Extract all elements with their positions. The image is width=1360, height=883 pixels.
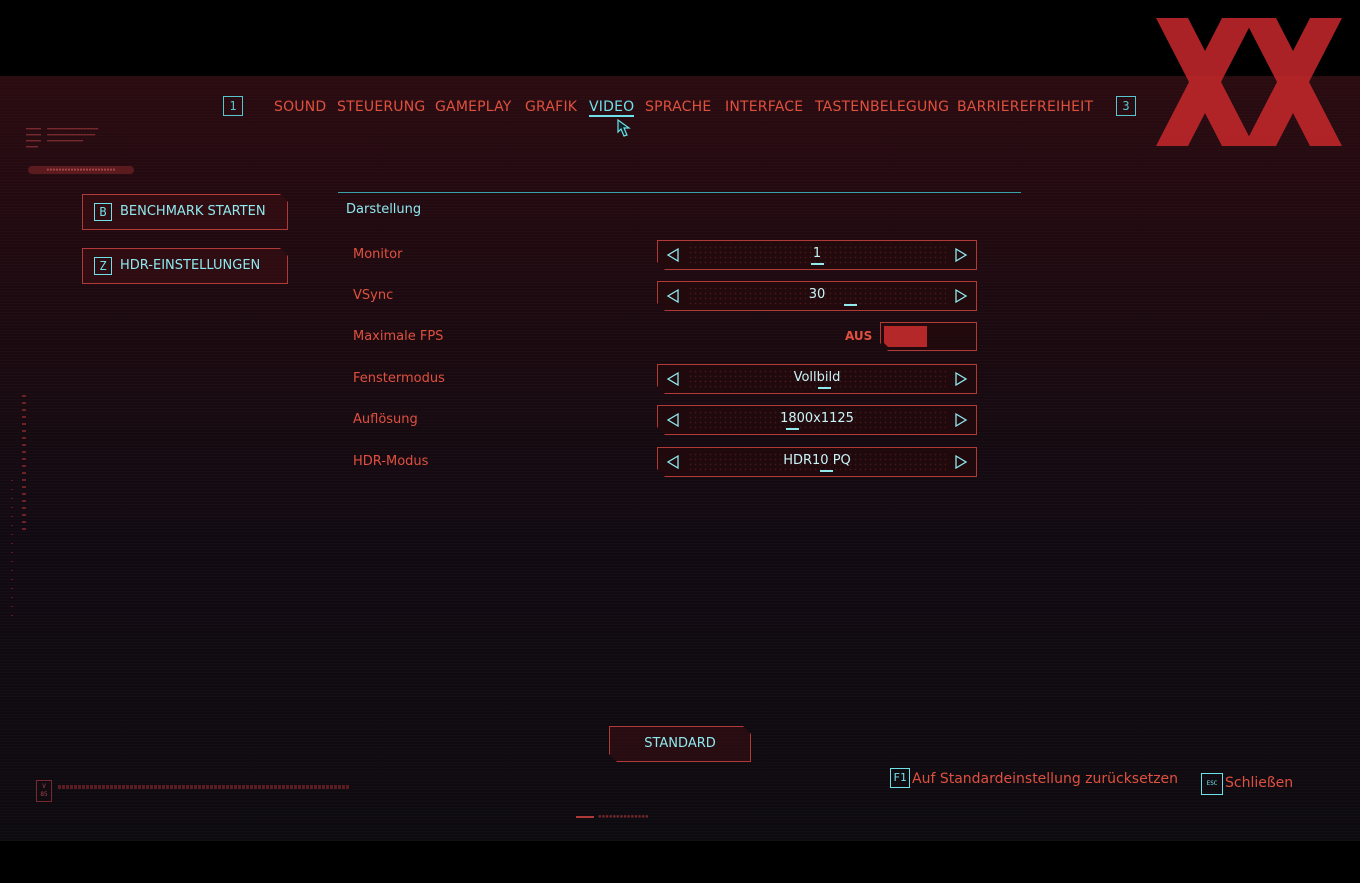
resolution-selector[interactable]: 1800x1125	[657, 405, 977, 435]
tab-tastenbelegung[interactable]: TASTENBELEGUNG	[815, 99, 949, 115]
value-underline	[844, 304, 857, 306]
window-mode-value: Vollbild	[793, 370, 841, 385]
value-underline	[811, 263, 824, 265]
version-badge: V 85	[36, 780, 52, 802]
tab-sprache[interactable]: SPRACHE	[645, 99, 711, 115]
vsync-selector[interactable]: 30	[657, 281, 977, 311]
decorative-microtext: ▬▬▬▬▬ ▬▬▬▬▬▬▬▬▬▬▬▬▬▬▬▬▬ ▬▬▬▬▬ ▬▬▬▬▬▬▬▬▬▬…	[26, 126, 99, 150]
triangle-left-icon[interactable]	[665, 371, 681, 387]
tab-steuerung[interactable]: STEUERUNG	[337, 99, 425, 115]
decorative-version-line	[58, 785, 350, 789]
monitor-label: Monitor	[353, 247, 403, 262]
tab-sound[interactable]: SOUND	[274, 99, 326, 115]
triangle-right-icon[interactable]	[953, 371, 969, 387]
triangle-left-icon[interactable]	[665, 247, 681, 263]
section-title: Darstellung	[346, 202, 422, 217]
max-fps-toggle[interactable]	[880, 322, 977, 351]
section-divider	[338, 192, 1021, 193]
decorative-side-ticks-secondary	[11, 480, 13, 620]
triangle-left-icon[interactable]	[665, 412, 681, 428]
decorative-tag-strip: ▪▪▪▪▪▪▪▪▪▪▪▪▪▪▪▪▪▪▪▪▪▪▪	[28, 166, 134, 174]
resolution-value: 1800x1125	[780, 411, 854, 426]
benchmark-button[interactable]: B BENCHMARK STARTEN	[82, 194, 288, 230]
value-underline	[786, 428, 799, 430]
monitor-value: 1	[812, 246, 822, 261]
window-mode-label: Fenstermodus	[353, 371, 445, 386]
tab-interface[interactable]: INTERFACE	[725, 99, 803, 115]
standard-button-label: STANDARD	[644, 736, 716, 751]
tab-gameplay[interactable]: GAMEPLAY	[435, 99, 512, 115]
triangle-left-icon[interactable]	[665, 288, 681, 304]
triangle-left-icon[interactable]	[665, 454, 681, 470]
tab-grafik[interactable]: GRAFIK	[525, 99, 577, 115]
hdr-settings-button[interactable]: Z HDR-EINSTELLUNGEN	[82, 248, 288, 284]
max-fps-label: Maximale FPS	[353, 329, 444, 344]
standard-button[interactable]: STANDARD	[609, 726, 751, 762]
triangle-right-icon[interactable]	[953, 247, 969, 263]
vsync-label: VSync	[353, 288, 394, 303]
decorative-side-ticks	[22, 395, 26, 535]
benchmark-key: B	[94, 203, 112, 221]
tab-video[interactable]: VIDEO	[589, 99, 635, 117]
close-hint[interactable]: Schließen	[1225, 775, 1293, 791]
hdr-settings-key: Z	[94, 257, 112, 275]
nav-prev-key[interactable]: 1	[223, 96, 243, 116]
tab-barrierefreiheit[interactable]: BARRIEREFREIHEIT	[957, 99, 1093, 115]
triangle-right-icon[interactable]	[953, 412, 969, 428]
monitor-selector[interactable]: 1	[657, 240, 977, 270]
nav-next-key[interactable]: 3	[1116, 96, 1136, 116]
xx-logo-icon	[1156, 18, 1342, 146]
hdr-settings-label: HDR-EINSTELLUNGEN	[120, 258, 261, 273]
hdr-mode-selector[interactable]: HDR10 PQ	[657, 447, 977, 477]
reset-key: F1	[890, 768, 910, 788]
max-fps-value: AUS	[845, 329, 873, 343]
value-underline	[820, 470, 833, 472]
toggle-knob	[884, 326, 927, 347]
benchmark-label: BENCHMARK STARTEN	[120, 204, 266, 219]
esc-key: ESC	[1201, 773, 1223, 795]
triangle-right-icon[interactable]	[953, 288, 969, 304]
hdr-mode-value: HDR10 PQ	[783, 453, 851, 468]
decorative-footer-code: ▪▪▪▪▪▪▪▪▪▪▪▪▪▪	[576, 813, 649, 820]
vsync-value: 30	[808, 287, 826, 302]
resolution-label: Auflösung	[353, 412, 418, 427]
triangle-right-icon[interactable]	[953, 454, 969, 470]
value-underline	[818, 387, 831, 389]
window-mode-selector[interactable]: Vollbild	[657, 364, 977, 394]
reset-defaults-hint[interactable]: Auf Standardeinstellung zurücksetzen	[912, 771, 1178, 787]
hand-cursor-icon	[617, 118, 631, 137]
hdr-mode-label: HDR-Modus	[353, 454, 429, 469]
